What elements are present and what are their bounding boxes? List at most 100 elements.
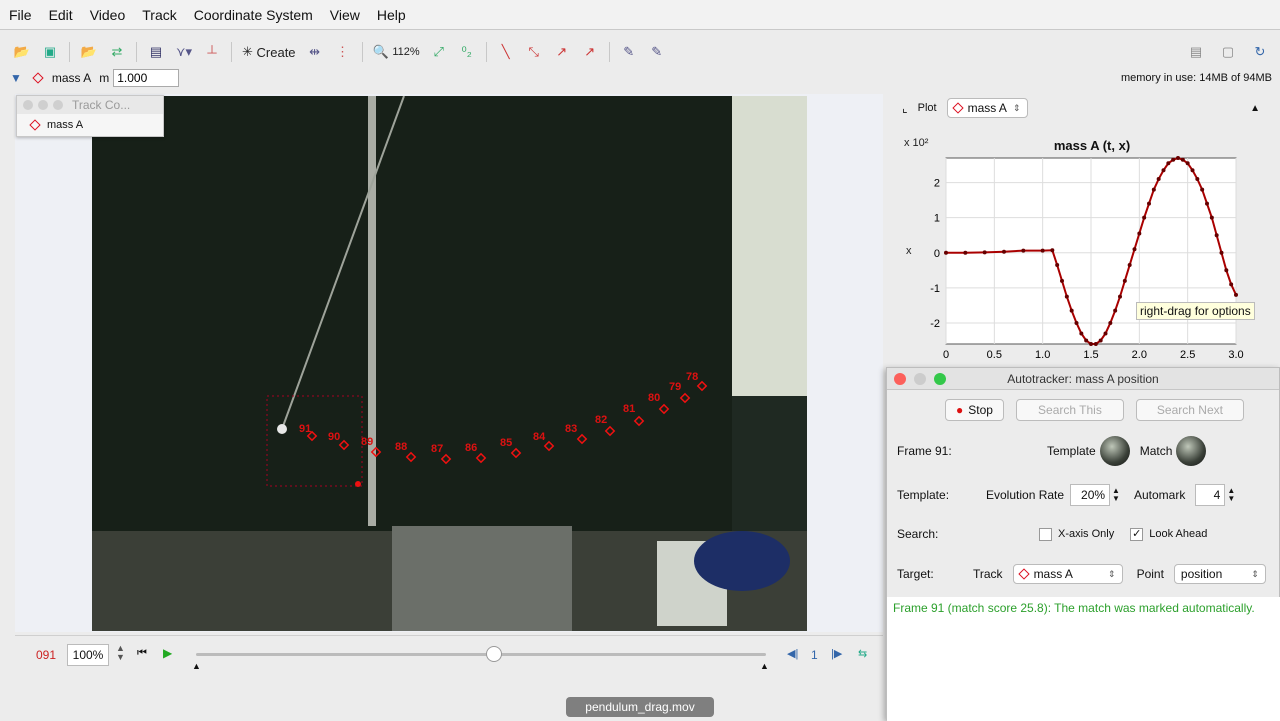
chart-multiplier: x 10² (904, 137, 929, 149)
data-point (1161, 168, 1166, 173)
track-control-titlebar[interactable]: Track Co... (17, 96, 163, 114)
calibration-icon[interactable]: ⋎▾ (172, 40, 196, 64)
zoom-button[interactable]: 🔍 112% (370, 40, 423, 64)
xaxis-checkbox[interactable] (1039, 527, 1052, 541)
automark-stepper[interactable]: ▲ ▼ (1227, 487, 1235, 503)
window-icon[interactable]: ▢ (1216, 40, 1240, 64)
tape-icon[interactable]: ⇹ (303, 40, 327, 64)
menu-edit[interactable]: Edit (40, 7, 81, 23)
data-point (1103, 331, 1108, 336)
track-control-item[interactable]: mass A (17, 114, 163, 136)
acceleration-icon[interactable]: ↗ (550, 40, 574, 64)
vector-sum-icon[interactable]: ⁰₂ (455, 40, 479, 64)
play-icon[interactable]: ▶ (163, 646, 172, 660)
frame-slider[interactable] (196, 653, 766, 656)
search-next-button[interactable]: Search Next (1135, 399, 1244, 421)
trajectory-icon[interactable]: ╲ (494, 40, 518, 64)
frame-number: 091 (36, 648, 57, 662)
close-icon[interactable] (894, 373, 906, 385)
autotracker-titlebar[interactable]: Autotracker: mass A position (887, 368, 1279, 390)
menu-coordinate-system[interactable]: Coordinate System (185, 7, 321, 23)
menu-help[interactable]: Help (368, 7, 414, 23)
track-control-window[interactable]: Track Co... mass A (16, 95, 164, 137)
collapse-icon[interactable]: ▲ (1250, 103, 1260, 114)
velocity-icon[interactable]: ⤡ (522, 40, 546, 64)
evolution-stepper[interactable]: ▲ ▼ (1112, 487, 1120, 503)
step-forward-icon[interactable]: |▶ (831, 647, 842, 660)
target-point-select[interactable]: position ⇕ (1173, 564, 1266, 584)
plot-chart[interactable]: x 10² mass A (t, x) x 0 0.5 1.0 1.5 2.0 2.5 3.… (892, 122, 1272, 374)
zoom-icon[interactable] (53, 100, 63, 110)
menu-track[interactable]: Track (133, 7, 184, 23)
labels-icon[interactable]: ✎ (645, 40, 669, 64)
reload-icon[interactable]: ↻ (1248, 40, 1272, 64)
menu-view[interactable]: View (321, 7, 368, 23)
search-this-button[interactable]: Search This (1015, 399, 1124, 421)
mass-field[interactable] (113, 69, 180, 87)
close-icon[interactable] (23, 100, 33, 110)
data-point (1064, 294, 1069, 299)
step-back-icon[interactable]: ◀| (787, 647, 798, 660)
rate-field[interactable]: 100% (67, 644, 109, 666)
frame-label-78: 78 (686, 371, 699, 383)
track-marker-icon (951, 102, 964, 114)
data-point (1147, 201, 1151, 206)
data-point (1089, 342, 1093, 346)
stop-label: Stop (968, 403, 993, 417)
refresh-icon[interactable]: ⇄ (105, 40, 129, 64)
data-point (1113, 308, 1118, 313)
track-dropdown-icon[interactable]: ▼ (10, 71, 22, 85)
loop-icon[interactable]: ⇆ (858, 647, 867, 660)
axes-icon[interactable]: ┴ (200, 40, 224, 64)
force-icon[interactable]: ↗ (578, 40, 602, 64)
vector-icon[interactable]: ⤢ (427, 40, 451, 64)
menu-file[interactable]: File (0, 7, 40, 23)
video-frame[interactable]: 91 90 89 88 87 86 85 84 83 82 81 80 79 7… (92, 96, 807, 631)
target-row-label: Target: (897, 567, 934, 581)
clip-settings-icon[interactable]: ▤ (144, 40, 168, 64)
menu-video[interactable]: Video (81, 7, 134, 23)
frame-label-84: 84 (533, 431, 546, 443)
frame-label-91: 91 (299, 423, 312, 435)
marking-icon[interactable]: ✎ (617, 40, 641, 64)
template-row-label: Template: (897, 488, 950, 502)
rate-stepper[interactable]: ▲ ▼ (116, 644, 125, 662)
x-tick-label: 2.5 (1180, 349, 1195, 361)
stop-button[interactable]: ● Stop (945, 399, 1004, 421)
video-tab[interactable]: pendulum_drag.mov (566, 697, 714, 717)
open-icon[interactable]: 📂 (10, 40, 34, 64)
plot-tooltip: right-drag for options (1136, 302, 1255, 320)
open-video-icon[interactable]: 📂 (77, 40, 101, 64)
notes-icon[interactable]: ▤ (1184, 40, 1208, 64)
data-point (1137, 231, 1142, 236)
status-message: Frame 91 (match score 25.8): The match w… (887, 597, 1280, 721)
data-point (1205, 201, 1209, 206)
track-name[interactable]: mass A (52, 71, 91, 85)
data-point (1084, 338, 1089, 343)
save-icon[interactable]: ▣ (38, 40, 62, 64)
end-marker-icon[interactable]: ▲ (760, 661, 769, 671)
slider-thumb[interactable] (486, 646, 502, 662)
plot-label[interactable]: Plot (918, 102, 937, 114)
automark-field[interactable]: 4 (1195, 484, 1226, 506)
toolbar-divider (361, 42, 363, 62)
plot-icon[interactable]: ⌞ (902, 101, 908, 115)
data-point (944, 250, 948, 255)
step-size[interactable]: 1 (811, 648, 818, 662)
data-point (1060, 278, 1064, 283)
plot-track-select[interactable]: mass A ⇕ (946, 98, 1028, 118)
lookahead-checkbox[interactable]: ✓ (1130, 527, 1144, 541)
start-marker-icon[interactable]: ▲ (192, 661, 201, 671)
evolution-field[interactable]: 20% (1070, 484, 1111, 506)
data-point (1108, 320, 1113, 325)
minimize-icon[interactable] (38, 100, 48, 110)
lookahead-label: Look Ahead (1149, 528, 1208, 540)
reset-icon[interactable]: ⏮ (137, 647, 147, 660)
zoom-icon[interactable] (934, 373, 946, 385)
automark-label: Automark (1133, 488, 1186, 502)
target-track-select[interactable]: mass A ⇕ (1012, 564, 1123, 584)
create-button[interactable]: ✳ Create (239, 40, 299, 64)
trails-icon[interactable]: ⋮ (331, 40, 355, 64)
minimize-icon[interactable] (914, 373, 926, 385)
plot-panel: ⌞ Plot mass A ⇕ ▲ x 10² mass A (t, x) x … (892, 94, 1272, 374)
